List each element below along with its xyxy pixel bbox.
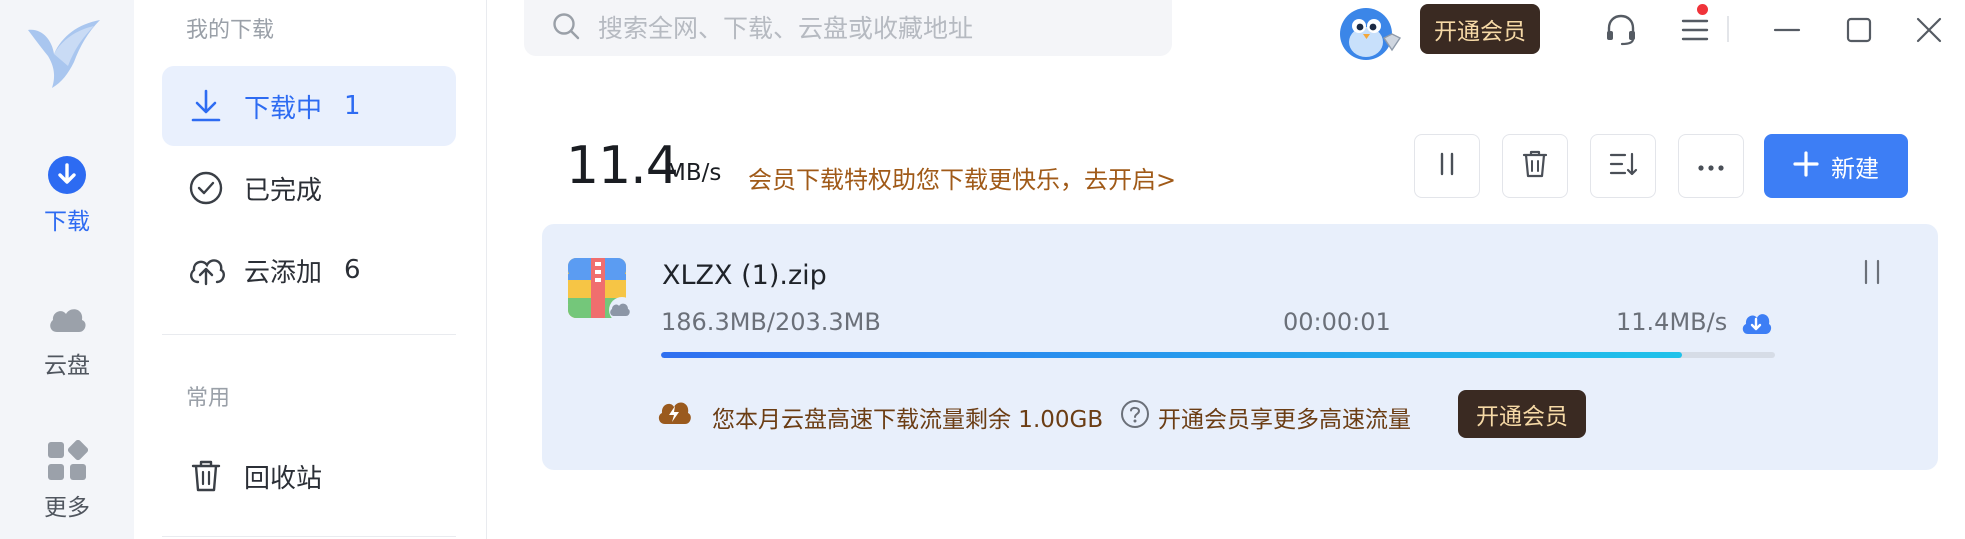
help-icon[interactable] [1120,399,1150,433]
sidebar-item-cloud-add[interactable]: 云添加 6 [162,230,456,310]
delete-button[interactable] [1502,134,1568,198]
search-input[interactable] [596,12,1140,44]
sidebar-item-downloading[interactable]: 下载中 1 [162,66,456,146]
cloud-icon [46,298,88,340]
total-speed-unit: MB/s [666,160,722,186]
task-progress-fill [661,352,1682,358]
search-bar[interactable] [524,0,1172,56]
window-separator [1727,16,1729,42]
rail-label: 更多 [44,495,90,521]
sidebar-item-count: 6 [344,255,361,285]
task-progress-text: 186.3MB/203.3MB [661,308,881,336]
maximize-icon[interactable] [1842,13,1876,47]
pause-icon [1860,259,1884,290]
lightning-cloud-icon [656,396,692,432]
rail-label: 下载 [44,209,90,235]
sidebar-item-label: 已完成 [244,175,323,206]
more-dots-icon [1697,157,1725,176]
trash-icon [1521,149,1549,183]
section-title-downloads: 我的下载 [186,18,275,43]
sidebar-item-label: 回收站 [244,463,323,494]
minimize-icon[interactable] [1770,13,1804,47]
task-time-remaining: 00:00:01 [1283,308,1391,336]
quota-vip-button[interactable]: 开通会员 [1458,390,1586,438]
sidebar-item-label: 下载中 [244,93,323,124]
cloud-accel-icon [1740,308,1772,342]
search-icon [552,12,580,44]
task-speed: 11.4MB/s [1616,308,1728,336]
avatar[interactable] [1334,0,1406,64]
task-pause-button[interactable] [1860,258,1884,290]
cloud-upload-icon [186,250,226,290]
quota-more-text: 开通会员享更多高速流量 [1158,407,1411,433]
sidebar-item-count: 1 [344,91,361,121]
apps-icon [46,439,89,482]
rail-item-more[interactable]: 更多 [0,439,134,522]
download-icon [46,154,88,196]
headset-icon[interactable] [1604,13,1638,47]
vip-button[interactable]: 开通会员 [1420,4,1540,54]
total-speed-value: 11.4 [566,136,679,196]
vip-promo-link[interactable]: 会员下载特权助您下载更快乐，去开启> [748,160,1176,195]
sidebar-item-recycle[interactable]: 回收站 [162,436,456,516]
rail-item-download[interactable]: 下载 [0,154,134,236]
rail-item-cloud[interactable]: 云盘 [0,298,134,380]
trash-icon [186,456,226,496]
task-file-name: XLZX (1).zip [662,260,827,291]
quota-text: 您本月云盘高速下载流量剩余 1.00GB [712,407,1104,433]
rail-label: 云盘 [44,353,90,379]
new-task-label: 新建 [1831,154,1879,183]
sidebar-divider [162,334,456,335]
plus-icon [1793,148,1819,184]
section-title-common: 常用 [186,386,231,411]
more-button[interactable] [1678,134,1744,198]
zip-file-icon [566,256,636,324]
sidebar-item-label: 云添加 [244,257,323,288]
new-task-button[interactable]: 新建 [1764,134,1908,198]
close-icon[interactable] [1912,13,1946,47]
notification-dot [1697,4,1708,15]
sort-button[interactable] [1590,134,1656,198]
sort-icon [1608,150,1638,182]
menu-icon[interactable] [1678,13,1712,47]
sidebar-item-completed[interactable]: 已完成 [162,148,456,228]
sidebar-divider [162,536,456,537]
pause-icon [1435,151,1459,181]
pause-all-button[interactable] [1414,134,1480,198]
app-logo [22,10,104,90]
task-progress-bar [661,352,1775,358]
check-circle-icon [186,168,226,208]
download-arrow-icon [186,86,226,126]
